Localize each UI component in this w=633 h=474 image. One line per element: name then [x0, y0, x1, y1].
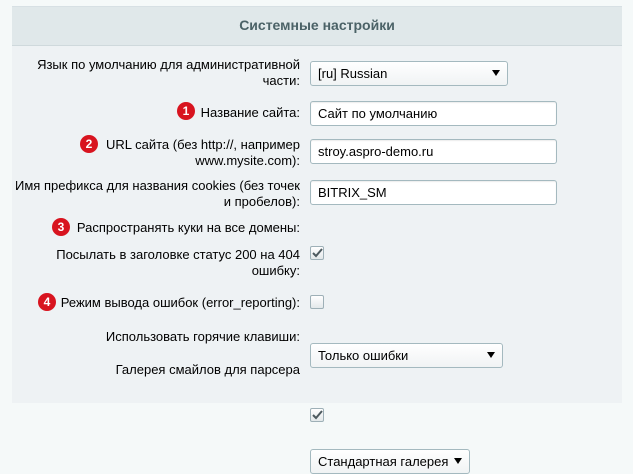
step-badge-1: 1: [177, 102, 195, 120]
label-site-url: URL сайта (без http://, например www.mys…: [105, 137, 300, 168]
cookie-prefix-input[interactable]: BITRIX_SM: [310, 180, 557, 205]
label-status-200-on-404: Посылать в заголовке статус 200 на 404 о…: [56, 247, 300, 278]
dropdown-arrow-icon: [487, 352, 495, 358]
status-200-on-404-checkbox[interactable]: [310, 295, 324, 309]
admin-language-select[interactable]: [ru] Russian: [310, 61, 508, 86]
step-badge-4: 4: [38, 293, 56, 311]
section-title: Системные настройки: [12, 7, 622, 46]
site-name-input[interactable]: Сайт по умолчанию: [310, 101, 557, 126]
label-site-name: Название сайта:: [200, 105, 300, 120]
cookies-all-domains-checkbox[interactable]: [310, 246, 324, 260]
error-reporting-select[interactable]: Только ошибки: [310, 343, 503, 368]
label-cookie-prefix: Имя префикса для названия cookies (без т…: [15, 178, 300, 209]
dropdown-arrow-icon: [492, 70, 500, 76]
dropdown-arrow-icon: [454, 458, 462, 464]
checkmark-icon: [312, 410, 323, 420]
label-smiley-gallery: Галерея смайлов для парсера: [115, 362, 300, 377]
step-badge-2: 2: [80, 135, 98, 153]
site-url-input[interactable]: stroy.aspro-demo.ru: [310, 139, 557, 164]
label-cookies-all-domains: Распространять куки на все домены:: [76, 220, 300, 235]
step-badge-3: 3: [52, 218, 70, 236]
label-admin-language: Язык по умолчанию для административной ч…: [37, 57, 300, 88]
hotkeys-checkbox[interactable]: [310, 408, 324, 422]
checkmark-icon: [312, 248, 323, 258]
label-error-reporting: Режим вывода ошибок (error_reporting):: [60, 295, 300, 310]
smiley-gallery-select[interactable]: Стандартная галерея: [310, 449, 470, 474]
label-hotkeys: Использовать горячие клавиши:: [105, 329, 300, 344]
